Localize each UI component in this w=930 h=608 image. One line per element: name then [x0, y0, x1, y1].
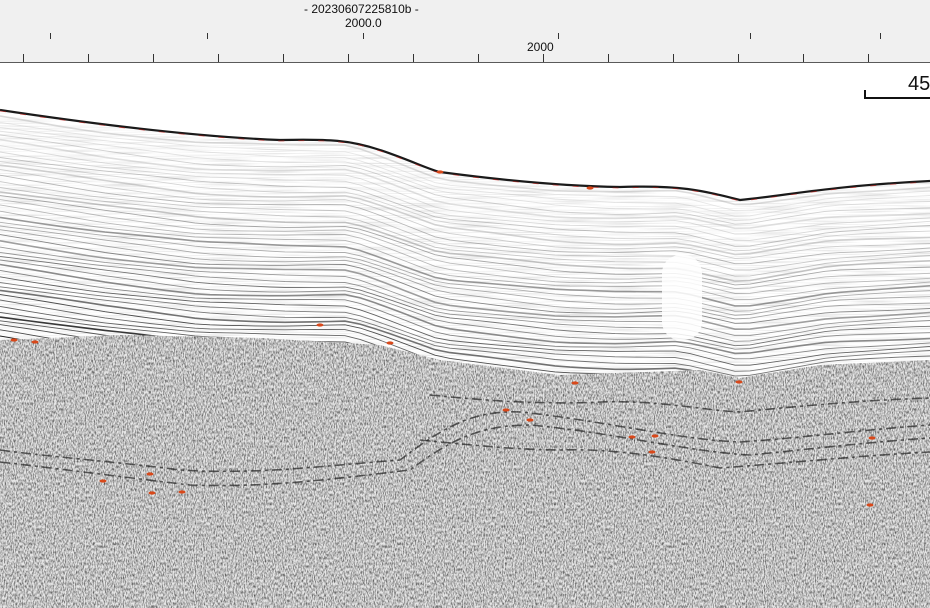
ruler-minor-tick [23, 54, 24, 62]
distance-label: 2000 [527, 40, 554, 54]
ruler-minor-tick [543, 54, 544, 62]
high-amplitude-spot [436, 170, 444, 174]
ruler-major-tick [363, 33, 364, 39]
ruler-major-tick [558, 33, 559, 39]
high-amplitude-spot [526, 418, 534, 422]
distance-ruler: - 20230607225810b - 2000.0 2000 [0, 0, 930, 63]
acoustic-blanking-zone [662, 255, 702, 340]
high-amplitude-spot [146, 472, 154, 476]
high-amplitude-spot [10, 338, 18, 342]
trace-number-label: 2000.0 [345, 16, 382, 30]
high-amplitude-spot [99, 479, 107, 483]
high-amplitude-spot [316, 323, 324, 327]
ruler-minor-tick [608, 54, 609, 62]
ruler-minor-tick [218, 54, 219, 62]
high-amplitude-spot [148, 491, 156, 495]
ruler-minor-tick [283, 54, 284, 62]
ruler-minor-tick [348, 54, 349, 62]
high-amplitude-spot [178, 490, 186, 494]
high-amplitude-spot [735, 380, 743, 384]
high-amplitude-spot [571, 381, 579, 385]
ruler-major-tick [50, 33, 51, 39]
high-amplitude-spot [31, 340, 39, 344]
ruler-minor-tick [738, 54, 739, 62]
ruler-minor-tick [88, 54, 89, 62]
scale-bar-line [864, 97, 930, 99]
ruler-minor-tick [413, 54, 414, 62]
ruler-major-tick [880, 33, 881, 39]
high-amplitude-spot [586, 186, 594, 190]
ruler-minor-tick [868, 54, 869, 62]
scale-bar: 45 [864, 73, 930, 102]
subbottom-profile-image[interactable] [0, 63, 930, 608]
high-amplitude-spot [868, 436, 876, 440]
high-amplitude-spot [651, 434, 659, 438]
ruler-major-tick [207, 33, 208, 39]
file-name-label: - 20230607225810b - [304, 2, 419, 16]
high-amplitude-spot [648, 450, 656, 454]
scale-bar-value: 45 [908, 73, 930, 95]
ruler-minor-tick [478, 54, 479, 62]
high-amplitude-spot [866, 503, 874, 507]
ruler-minor-tick [673, 54, 674, 62]
ruler-minor-tick [153, 54, 154, 62]
ruler-minor-tick [803, 54, 804, 62]
high-amplitude-spot [628, 435, 636, 439]
ruler-major-tick [750, 33, 751, 39]
high-amplitude-spot [502, 408, 510, 412]
high-amplitude-spot [386, 341, 394, 345]
scale-bar-end [864, 90, 866, 99]
